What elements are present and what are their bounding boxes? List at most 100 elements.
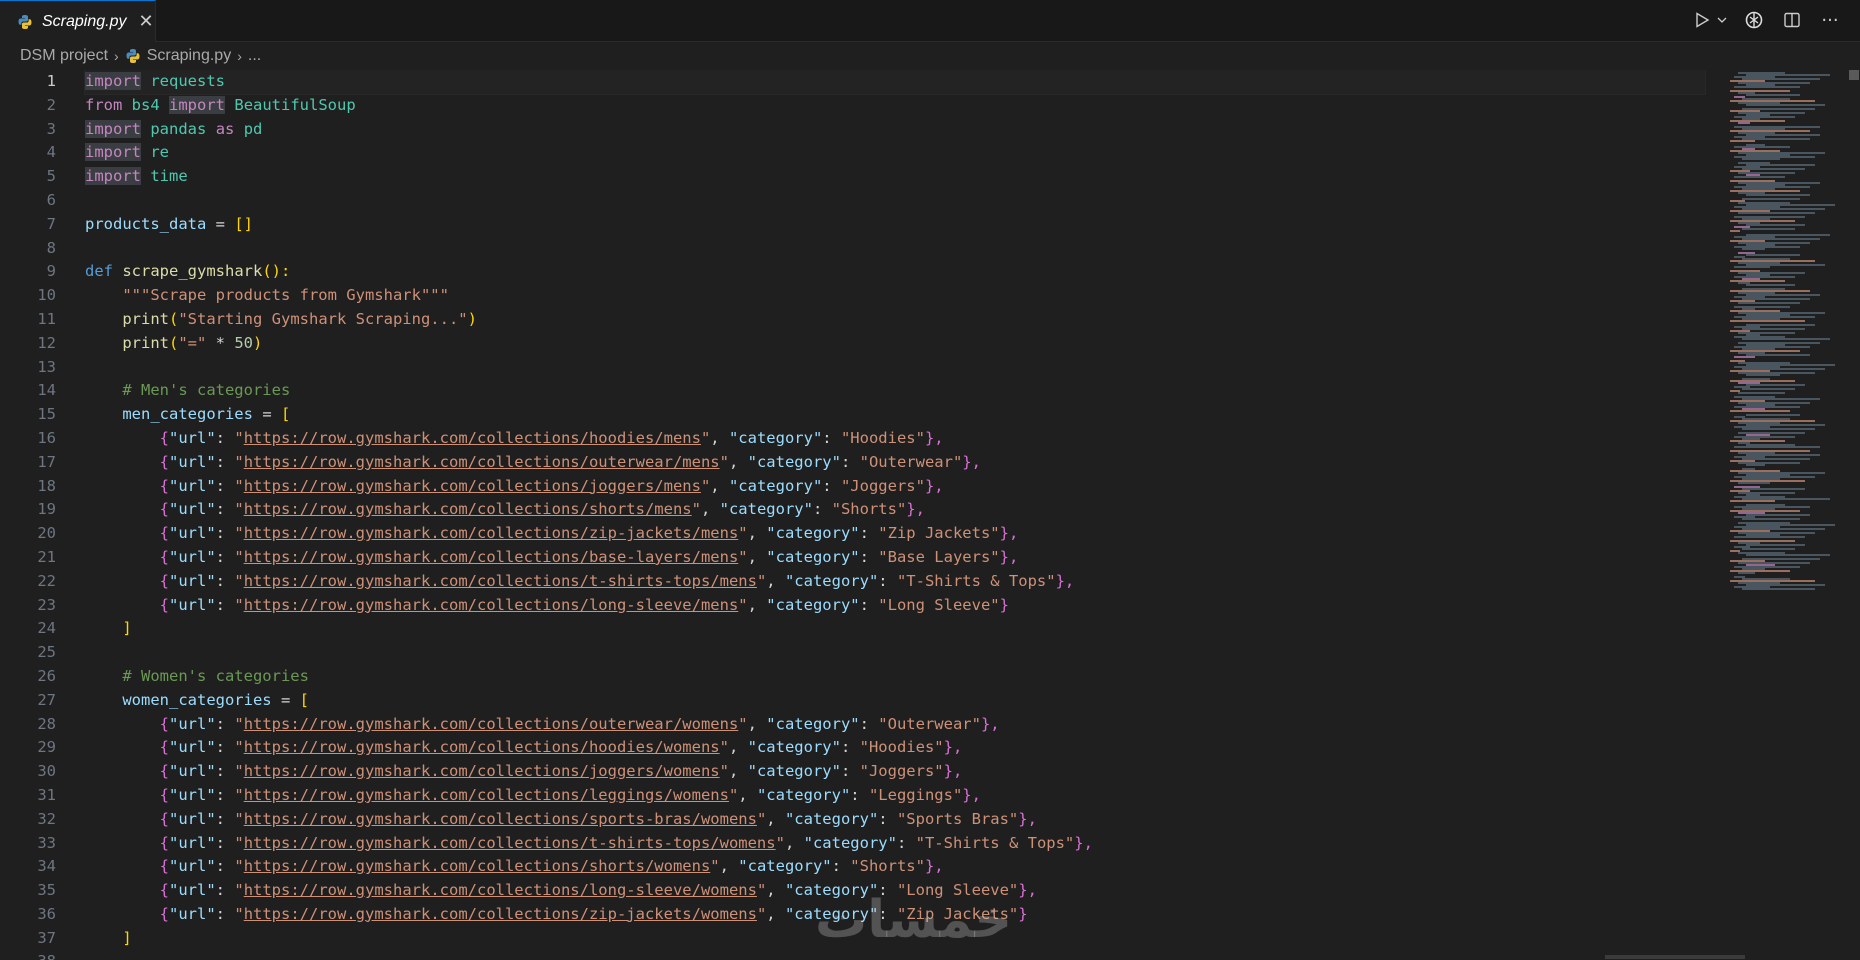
code-line-15[interactable]: men_categories = [ [85, 403, 1705, 427]
tab-label: Scraping.py [42, 12, 127, 30]
code-line-23[interactable]: {"url": "https://row.gymshark.com/collec… [85, 594, 1705, 618]
scrollbar-thumb[interactable] [1849, 70, 1859, 80]
code-line-16[interactable]: {"url": "https://row.gymshark.com/collec… [85, 427, 1705, 451]
code-line-7[interactable]: products_data = [] [85, 213, 1705, 237]
minimap-row [1742, 338, 1830, 340]
code-line-17[interactable]: {"url": "https://row.gymshark.com/collec… [85, 451, 1705, 475]
run-menu-chevron-down-icon[interactable] [1716, 8, 1728, 32]
code-line-9[interactable]: def scrape_gymshark(): [85, 260, 1705, 284]
line-number: 37 [37, 928, 56, 947]
line-number: 13 [37, 357, 56, 376]
breadcrumb-file[interactable]: Scraping.py [147, 47, 232, 65]
code-line-27[interactable]: women_categories = [ [85, 689, 1705, 713]
url-link[interactable]: https://row.gymshark.com/collections/hoo… [244, 429, 701, 447]
code-line-34[interactable]: {"url": "https://row.gymshark.com/collec… [85, 855, 1705, 879]
minimap-row [1738, 572, 1755, 574]
code-line-3[interactable]: import pandas as pd [85, 118, 1705, 142]
url-link[interactable]: https://row.gymshark.com/collections/leg… [244, 786, 729, 804]
breadcrumb-project[interactable]: DSM project [20, 47, 108, 65]
line-number-gutter: 1 2 3 4 5 6 7 8 9 10 11 12 13 14 15 16 17 18 19 20 21 22 23 24 2… [0, 70, 56, 960]
editor-toolbar: ··· [1690, 8, 1842, 32]
code-line-19[interactable]: {"url": "https://row.gymshark.com/collec… [85, 498, 1705, 522]
url-link[interactable]: https://row.gymshark.com/collections/bas… [244, 548, 739, 566]
code-line-8[interactable] [85, 237, 1705, 261]
close-icon[interactable]: ✕ [139, 11, 154, 32]
code-editor[interactable]: 1 2 3 4 5 6 7 8 9 10 11 12 13 14 15 16 17 18 19 20 21 22 23 24 2… [0, 70, 1720, 960]
python-file-icon [16, 13, 34, 31]
url-link[interactable]: https://row.gymshark.com/collections/out… [244, 715, 739, 733]
url-link[interactable]: https://row.gymshark.com/collections/t-s… [244, 572, 757, 590]
code-line-18[interactable]: {"url": "https://row.gymshark.com/collec… [85, 475, 1705, 499]
chatgpt-icon[interactable] [1742, 8, 1766, 32]
minimap-row [1738, 122, 1750, 124]
tab-scraping-py[interactable]: Scraping.py ✕ [0, 0, 156, 42]
code-line-5[interactable]: import time [85, 165, 1705, 189]
line-number: 14 [37, 381, 56, 400]
code-line-32[interactable]: {"url": "https://row.gymshark.com/collec… [85, 808, 1705, 832]
code-line-22[interactable]: {"url": "https://row.gymshark.com/collec… [85, 570, 1705, 594]
url-link[interactable]: https://row.gymshark.com/collections/sho… [244, 857, 711, 875]
code-line-11[interactable]: print("Starting Gymshark Scraping...") [85, 308, 1705, 332]
minimap[interactable] [1728, 70, 1848, 960]
code-line-2[interactable]: from bs4 import BeautifulSoup [85, 94, 1705, 118]
code-line-14[interactable]: # Men's categories [85, 379, 1705, 403]
code-line-30[interactable]: {"url": "https://row.gymshark.com/collec… [85, 760, 1705, 784]
line-number: 19 [37, 500, 56, 519]
url-link[interactable]: https://row.gymshark.com/collections/jog… [244, 762, 720, 780]
minimap-row [1734, 446, 1820, 448]
code-line-31[interactable]: {"url": "https://row.gymshark.com/collec… [85, 784, 1705, 808]
minimap-row [1746, 104, 1825, 106]
code-line-12[interactable]: print("=" * 50) [85, 332, 1705, 356]
line-number: 9 [46, 262, 56, 281]
horizontal-scrollbar[interactable] [1605, 955, 1745, 959]
line-number: 12 [37, 333, 56, 352]
code-line-4[interactable]: import re [85, 141, 1705, 165]
minimap-row [1746, 414, 1800, 416]
code-line-29[interactable]: {"url": "https://row.gymshark.com/collec… [85, 736, 1705, 760]
minimap-row [1742, 388, 1795, 390]
minimap-row [1746, 254, 1800, 256]
code-line-6[interactable] [85, 189, 1705, 213]
url-link[interactable]: https://row.gymshark.com/collections/zip… [244, 524, 739, 542]
line-number: 29 [37, 738, 56, 757]
code-line-21[interactable]: {"url": "https://row.gymshark.com/collec… [85, 546, 1705, 570]
code-line-28[interactable]: {"url": "https://row.gymshark.com/collec… [85, 713, 1705, 737]
code-line-13[interactable] [85, 356, 1705, 380]
men-category-list: {"url": "https://row.gymshark.com/collec… [85, 427, 1705, 617]
url-link[interactable]: https://row.gymshark.com/collections/jog… [244, 477, 701, 495]
url-link[interactable]: https://row.gymshark.com/collections/hoo… [244, 738, 720, 756]
breadcrumb-symbol[interactable]: ... [248, 47, 261, 65]
url-link[interactable]: https://row.gymshark.com/collections/zip… [244, 905, 757, 923]
line-number: 27 [37, 690, 56, 709]
minimap-row [1742, 168, 1805, 170]
minimap-row [1738, 212, 1815, 214]
chevron-right-icon: › [114, 48, 119, 64]
code-line-10[interactable]: """Scrape products from Gymshark""" [85, 284, 1705, 308]
url-link[interactable]: https://row.gymshark.com/collections/out… [244, 453, 720, 471]
minimap-row [1746, 384, 1805, 386]
url-link[interactable]: https://row.gymshark.com/collections/t-s… [244, 834, 776, 852]
run-button[interactable] [1690, 8, 1714, 32]
editor-tab-bar: Scraping.py ✕ ··· [0, 0, 1860, 42]
minimap-row [1746, 224, 1805, 226]
split-editor-icon[interactable] [1780, 8, 1804, 32]
minimap-row [1742, 158, 1780, 160]
more-actions-icon[interactable]: ··· [1818, 8, 1842, 32]
code-line-24[interactable]: ] [85, 617, 1705, 641]
minimap-row [1730, 320, 1805, 322]
code-area[interactable]: import requests from bs4 import Beautifu… [84, 70, 1706, 960]
url-link[interactable]: https://row.gymshark.com/collections/lon… [244, 881, 757, 899]
line-number: 23 [37, 595, 56, 614]
line-number: 3 [46, 119, 56, 138]
watermark-logo: خمسات [815, 890, 1013, 950]
code-line-1[interactable]: import requests [84, 70, 1706, 95]
code-line-20[interactable]: {"url": "https://row.gymshark.com/collec… [85, 522, 1705, 546]
code-line-26[interactable]: # Women's categories [85, 665, 1705, 689]
url-link[interactable]: https://row.gymshark.com/collections/spo… [244, 810, 757, 828]
url-link[interactable]: https://row.gymshark.com/collections/lon… [244, 596, 739, 614]
url-link[interactable]: https://row.gymshark.com/collections/sho… [244, 500, 692, 518]
code-line-33[interactable]: {"url": "https://row.gymshark.com/collec… [85, 832, 1705, 856]
code-line-25[interactable] [85, 641, 1705, 665]
chevron-right-icon: › [237, 48, 242, 64]
vertical-scrollbar[interactable] [1848, 70, 1860, 960]
